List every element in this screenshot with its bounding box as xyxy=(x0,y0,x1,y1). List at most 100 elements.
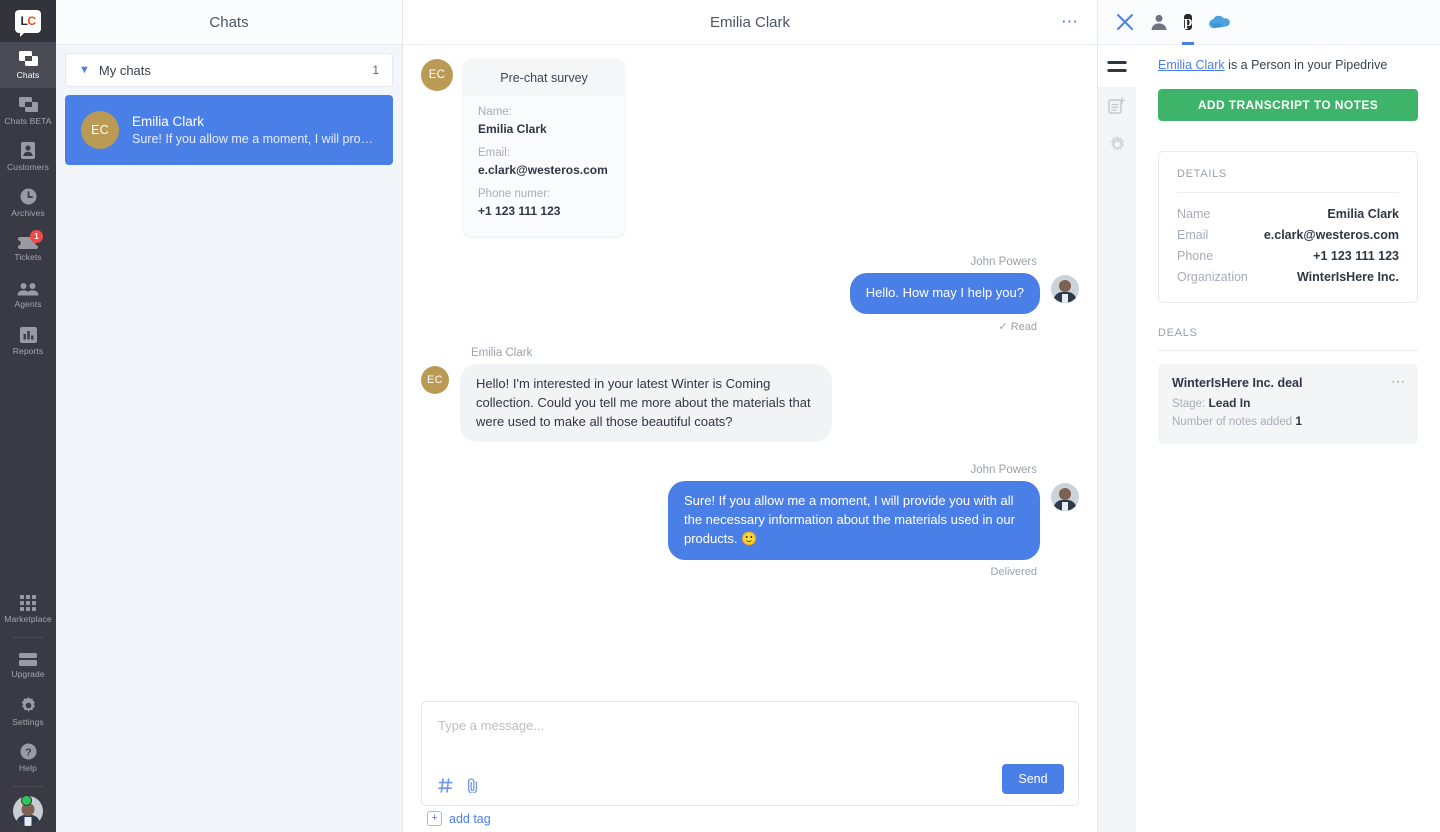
attachment-icon[interactable] xyxy=(467,778,480,794)
deal-notes-label: Number of notes added xyxy=(1172,415,1293,428)
sidebar-item-customers[interactable]: Customers xyxy=(0,134,56,180)
add-note-icon[interactable] xyxy=(1098,87,1136,125)
sidebar-item-help[interactable]: ? Help xyxy=(0,735,56,781)
close-icon[interactable] xyxy=(1116,13,1134,31)
my-chats-count: 1 xyxy=(372,63,379,77)
detail-value: Emilia Clark xyxy=(1327,206,1399,221)
detail-value: WinterIsHere Inc. xyxy=(1296,269,1399,284)
list-item[interactable]: EC Emilia Clark Sure! If you allow me a … xyxy=(65,95,393,165)
tag-bar: + add tag xyxy=(421,806,1079,826)
livechat-logo[interactable]: LC xyxy=(0,0,56,42)
conversation-header: Emilia Clark ⋯ xyxy=(403,0,1097,45)
sidebar-item-marketplace[interactable]: Marketplace xyxy=(0,586,56,632)
message-author: John Powers xyxy=(970,464,1037,477)
survey-field-value: +1 123 111 123 xyxy=(478,204,561,218)
chat-list-panel: Chats ▼ My chats 1 EC Emilia Clark Sure!… xyxy=(56,0,403,832)
message-group: John Powers Hello. How may I help you? ✓… xyxy=(421,256,1079,333)
check-icon: ✓ xyxy=(998,320,1008,333)
detail-row: Phone +1 123 111 123 xyxy=(1177,249,1399,263)
integration-content: Emilia Clark is a Person in your Pipedri… xyxy=(1136,45,1440,832)
lc-logo-icon: LC xyxy=(15,9,41,37)
add-tag-button[interactable]: add tag xyxy=(449,812,491,826)
plus-icon[interactable]: + xyxy=(427,811,442,826)
send-button[interactable]: Send xyxy=(1002,764,1064,794)
message-bubble: Hello. How may I help you? xyxy=(849,273,1040,314)
conversation-panel: Emilia Clark ⋯ EC Pre-chat survey Name: … xyxy=(403,0,1098,832)
sidebar-item-tickets[interactable]: 1 Tickets xyxy=(0,226,56,272)
sidebar-item-customers-label: Customers xyxy=(7,162,49,172)
sidebar-item-help-label: Help xyxy=(19,763,37,773)
message-status-text: Delivered xyxy=(990,565,1037,578)
survey-field-label: Phone numer: xyxy=(478,188,551,200)
sidebar-item-reports-label: Reports xyxy=(12,345,44,356)
my-chats-group[interactable]: ▼ My chats 1 xyxy=(65,53,393,87)
detail-row: Organization WinterIsHere Inc. xyxy=(1177,270,1399,284)
ellipsis-icon[interactable]: ⋯ xyxy=(1391,374,1406,388)
detail-row: Email e.clark@westeros.com xyxy=(1177,228,1399,242)
message-author: John Powers xyxy=(970,256,1037,268)
sidebar-item-chats-beta[interactable]: Chats BETA xyxy=(0,88,56,134)
composer: Send xyxy=(421,701,1079,806)
deal-card[interactable]: ⋯ WinterIsHere Inc. deal Stage: Lead In … xyxy=(1158,363,1418,444)
cloud-icon[interactable] xyxy=(1208,15,1231,29)
chat-icon xyxy=(18,50,38,67)
sidebar-divider-2 xyxy=(13,786,43,787)
reports-icon xyxy=(19,326,37,343)
menu-icon[interactable] xyxy=(1098,45,1136,87)
integration-lead: Emilia Clark is a Person in your Pipedri… xyxy=(1158,57,1418,75)
add-transcript-button[interactable]: ADD TRANSCRIPT TO NOTES xyxy=(1158,88,1418,121)
survey-field-value: e.clark@westeros.com xyxy=(478,163,608,177)
message-thread: EC Pre-chat survey Name: Emilia Clark Em… xyxy=(403,45,1097,701)
detail-row: Name Emilia Clark xyxy=(1177,207,1399,221)
sidebar-item-chats[interactable]: Chats xyxy=(0,42,56,88)
deal-name: WinterIsHere Inc. deal xyxy=(1172,375,1303,390)
pipedrive-icon[interactable]: p xyxy=(1181,11,1195,45)
detail-key: Organization xyxy=(1177,269,1248,284)
integration-body: Emilia Clark is a Person in your Pipedri… xyxy=(1098,45,1440,832)
pipedrive-logo-letter: p xyxy=(1184,14,1193,30)
message-author: Emilia Clark xyxy=(471,346,533,359)
deal-stage-value: Lead In xyxy=(1208,395,1251,410)
sidebar-item-agents[interactable]: Agents xyxy=(0,272,56,318)
chat-list-title: Chats xyxy=(209,13,249,31)
detail-key: Phone xyxy=(1177,248,1214,263)
sidebar-bottom-group: Marketplace Upgrade Settings ? Help xyxy=(0,586,56,826)
clock-icon xyxy=(20,188,37,205)
app-root: LC Chats Chats BETA Customers Archives 1… xyxy=(0,0,1440,832)
person-link[interactable]: Emilia Clark xyxy=(1158,58,1225,72)
deals-title: DEALS xyxy=(1158,327,1418,351)
pre-chat-survey: EC Pre-chat survey Name: Emilia Clark Em… xyxy=(421,59,1079,236)
sidebar-item-settings[interactable]: Settings xyxy=(0,689,56,735)
detail-value: +1 123 111 123 xyxy=(1313,248,1399,263)
person-icon[interactable] xyxy=(1150,13,1168,31)
composer-area: Send + add tag xyxy=(403,701,1097,832)
composer-tools xyxy=(438,778,480,794)
agents-icon xyxy=(17,282,39,296)
hash-icon[interactable] xyxy=(438,778,453,793)
page-title: Emilia Clark xyxy=(709,13,790,31)
sidebar-item-upgrade[interactable]: Upgrade xyxy=(0,643,56,689)
avatar xyxy=(1051,483,1079,512)
help-icon: ? xyxy=(20,743,37,760)
chat-beta-icon xyxy=(18,96,38,113)
deal-stage: Stage: Lead In xyxy=(1172,396,1404,410)
integration-tabs: p xyxy=(1098,0,1440,45)
integration-lead-rest: is a Person in your Pipedrive xyxy=(1224,58,1388,72)
deal-notes-value: 1 xyxy=(1295,413,1303,428)
sidebar-item-archives[interactable]: Archives xyxy=(0,180,56,226)
chevron-down-icon: ▼ xyxy=(79,63,90,76)
current-user[interactable] xyxy=(13,795,43,826)
gear-icon[interactable] xyxy=(1098,125,1136,163)
detail-key: Name xyxy=(1177,206,1211,221)
survey-field-value: Emilia Clark xyxy=(478,122,547,136)
message-input[interactable] xyxy=(438,718,1062,733)
message-status: ✓ Read xyxy=(421,320,1079,333)
sidebar-item-reports[interactable]: Reports xyxy=(0,318,56,364)
chat-list-body: ▼ My chats 1 EC Emilia Clark Sure! If yo… xyxy=(56,45,402,173)
ellipsis-icon[interactable]: ⋯ xyxy=(1061,13,1079,30)
message-row: EC Hello! I'm interested in your latest … xyxy=(421,363,1079,443)
integration-panel: p Emilia Clark is a Person in your Piped… xyxy=(1098,0,1440,832)
list-item-preview: Sure! If you allow me a moment, I will p… xyxy=(132,132,377,146)
avatar: EC xyxy=(421,59,453,91)
list-item-name: Emilia Clark xyxy=(132,114,205,129)
